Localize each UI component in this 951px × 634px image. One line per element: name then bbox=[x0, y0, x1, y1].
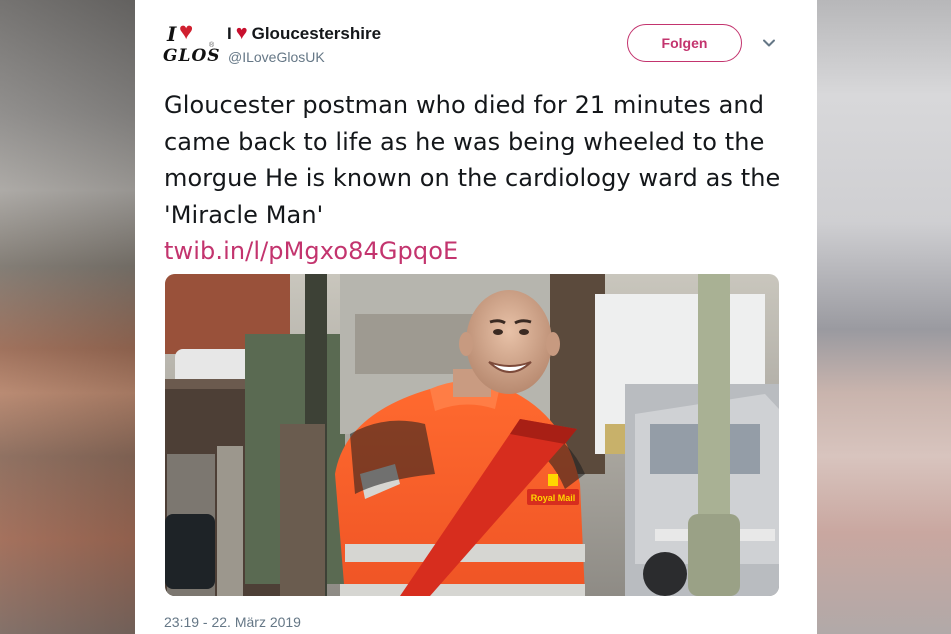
display-name-suffix: Gloucestershire bbox=[251, 24, 382, 43]
royal-mail-badge: Royal Mail bbox=[531, 493, 576, 503]
heart-icon: ♥ bbox=[179, 18, 194, 45]
tweet-card: I ♥ GLOS ® I ♥ Gloucestershire @ILoveGlosU… bbox=[135, 0, 817, 634]
postman-photo-illustration: Royal Mail bbox=[165, 274, 779, 596]
tweet-body: Gloucester postman who died for 21 minut… bbox=[164, 87, 804, 270]
follow-button[interactable]: Folgen bbox=[627, 24, 742, 62]
tweet-link[interactable]: twib.in/l/pMgxo84GpqoE bbox=[164, 233, 804, 270]
tweet-timestamp[interactable]: 23:19 - 22. März 2019 bbox=[164, 614, 301, 630]
logo-letter-i: I bbox=[167, 22, 177, 46]
background-right-blur bbox=[816, 0, 951, 634]
chevron-down-icon[interactable] bbox=[762, 36, 776, 50]
account-handle[interactable]: @ILoveGlosUK bbox=[228, 49, 325, 65]
account-display-name[interactable]: I ♥ Gloucestershire bbox=[227, 22, 381, 45]
tweet-photo[interactable]: Royal Mail bbox=[165, 274, 779, 596]
registered-mark-icon: ® bbox=[209, 42, 215, 49]
background-left-blur bbox=[0, 0, 135, 634]
heart-icon: ♥ bbox=[235, 22, 248, 44]
profile-avatar-logo[interactable]: I ♥ GLOS ® bbox=[163, 18, 220, 70]
tweet-text: Gloucester postman who died for 21 minut… bbox=[164, 91, 781, 229]
logo-wordmark: GLOS bbox=[163, 46, 221, 66]
display-name-prefix: I bbox=[227, 24, 232, 43]
